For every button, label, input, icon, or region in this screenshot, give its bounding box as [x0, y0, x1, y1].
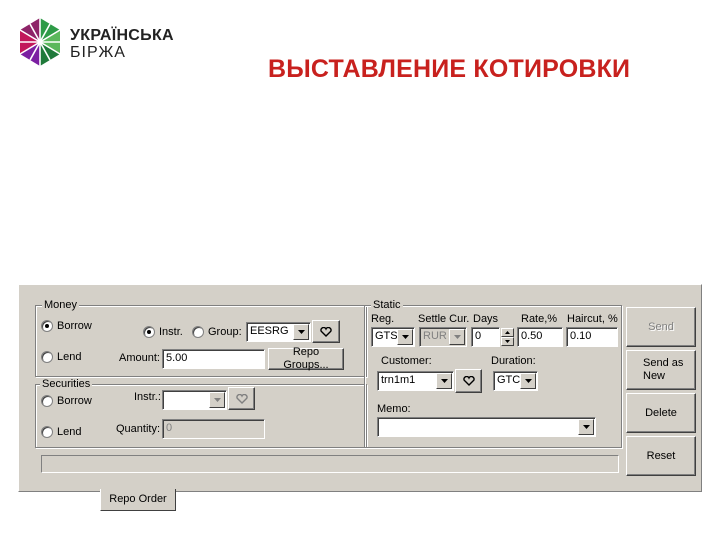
- slide-title: ВЫСТАВЛЕНИЕ КОТИРОВКИ: [268, 55, 631, 83]
- days-input[interactable]: 0: [471, 327, 500, 347]
- money-group-radio[interactable]: [192, 326, 204, 338]
- days-spinner[interactable]: [501, 328, 514, 346]
- spin-up-icon[interactable]: [501, 328, 514, 337]
- heart-icon: [320, 326, 332, 337]
- quantity-input[interactable]: 0: [162, 419, 265, 439]
- heart-icon: [235, 393, 248, 404]
- duration-label: Duration:: [491, 355, 536, 367]
- haircut-input[interactable]: 0.10: [566, 327, 618, 347]
- send-as-new-button[interactable]: Send as New: [626, 350, 696, 390]
- customer-label: Customer:: [381, 355, 432, 367]
- delete-button[interactable]: Delete: [626, 393, 696, 433]
- rate-label: Rate,%: [521, 313, 558, 325]
- group-favorites-button[interactable]: [312, 320, 340, 343]
- amount-input[interactable]: 5.00: [162, 349, 265, 369]
- securities-instr-label: Instr.:: [134, 391, 161, 403]
- haircut-label: Haircut, %: [567, 313, 618, 325]
- reg-select-value: GTS: [375, 330, 398, 342]
- send-button[interactable]: Send: [626, 307, 696, 347]
- chevron-down-icon[interactable]: [397, 329, 413, 345]
- chevron-down-icon[interactable]: [578, 419, 594, 435]
- money-instr-radio[interactable]: [143, 326, 155, 338]
- money-borrow-label[interactable]: Borrow: [57, 320, 92, 333]
- quantity-label: Quantity:: [116, 423, 161, 435]
- settle-currency-value: RUR: [423, 330, 447, 342]
- settle-currency-label: Settle Cur.: [418, 313, 470, 325]
- brand-line-1: УКРАЇНСЬКА: [70, 27, 174, 44]
- ukrainian-exchange-logo-icon: [19, 18, 61, 66]
- money-instr-label[interactable]: Instr.: [159, 326, 183, 339]
- settle-currency-select[interactable]: RUR: [419, 327, 467, 347]
- amount-label: Amount:: [119, 352, 160, 364]
- duration-select[interactable]: GTC: [493, 371, 538, 391]
- chevron-down-icon[interactable]: [436, 373, 452, 389]
- static-legend: Static: [371, 299, 403, 311]
- securities-legend: Securities: [40, 378, 93, 390]
- brand-line-2: БІРЖА: [70, 44, 126, 61]
- securities-borrow-label[interactable]: Borrow: [57, 395, 92, 408]
- securities-borrow-radio[interactable]: [41, 395, 53, 407]
- repo-order-dialog: Money Borrow Lend Instr. Group: EESRG Am…: [18, 284, 702, 492]
- reg-select[interactable]: GTS: [371, 327, 415, 347]
- customer-select[interactable]: trn1m1: [377, 371, 454, 391]
- money-borrow-radio[interactable]: [41, 320, 53, 332]
- money-group-label[interactable]: Group:: [208, 326, 242, 339]
- status-bar: [41, 455, 619, 473]
- money-lend-label[interactable]: Lend: [57, 351, 81, 364]
- memo-select[interactable]: [377, 417, 596, 437]
- customer-select-value: trn1m1: [381, 374, 416, 386]
- repo-groups-button[interactable]: Repo Groups...: [268, 346, 344, 371]
- chevron-down-icon[interactable]: [449, 329, 465, 345]
- rate-input[interactable]: 0.50: [517, 327, 563, 347]
- chevron-down-icon[interactable]: [520, 373, 536, 389]
- chevron-down-icon[interactable]: [293, 324, 309, 340]
- tab-repo-order[interactable]: Repo Order: [100, 489, 176, 511]
- memo-label: Memo:: [377, 403, 411, 415]
- reg-label: Reg.: [371, 313, 395, 325]
- customer-favorites-button[interactable]: [455, 369, 482, 393]
- money-lend-radio[interactable]: [41, 351, 53, 363]
- brand-name: УКРАЇНСЬКА БІРЖА: [70, 27, 174, 61]
- securities-lend-label[interactable]: Lend: [57, 426, 81, 439]
- securities-favorites-button[interactable]: [228, 387, 255, 410]
- group-select[interactable]: EESRG: [246, 322, 311, 342]
- heart-icon: [462, 376, 475, 386]
- chevron-down-icon[interactable]: [209, 392, 225, 408]
- money-legend: Money: [42, 299, 80, 311]
- reset-button[interactable]: Reset: [626, 436, 696, 476]
- duration-select-value: GTC: [497, 374, 521, 386]
- spin-down-icon[interactable]: [501, 337, 514, 346]
- securities-lend-radio[interactable]: [41, 426, 53, 438]
- days-label: Days: [473, 313, 499, 325]
- group-select-value: EESRG: [250, 325, 289, 337]
- securities-instr-select[interactable]: [162, 390, 227, 410]
